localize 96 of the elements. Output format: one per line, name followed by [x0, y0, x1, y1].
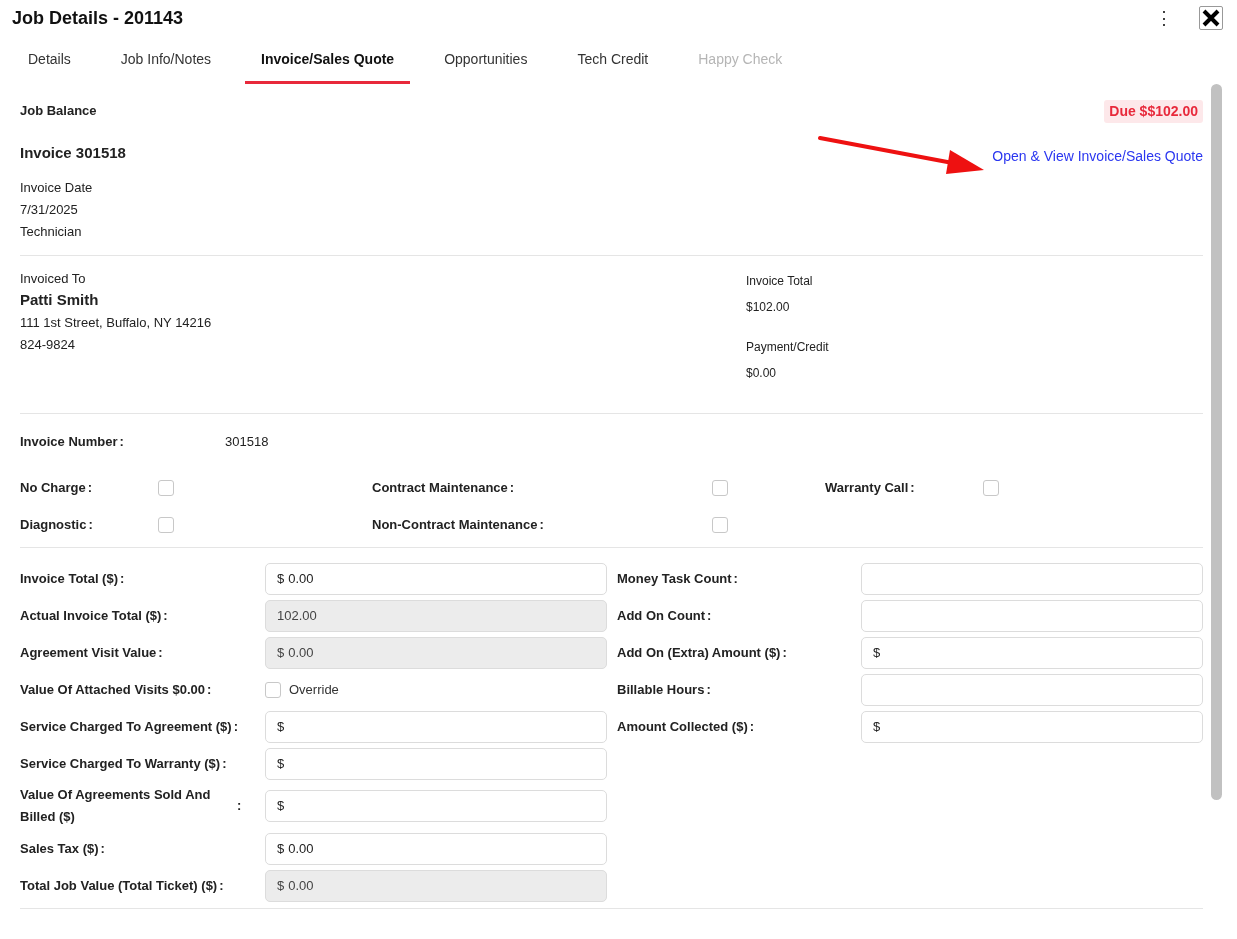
total-label: Invoice Total	[746, 273, 814, 290]
invoice-title: Invoice 301518	[20, 143, 126, 163]
label-colon: :	[100, 839, 105, 858]
field-value: 102.00	[277, 606, 317, 625]
label-colon: :	[88, 515, 93, 534]
due-badge: Due $$102.00	[1104, 99, 1203, 123]
field-label: Diagnostic	[20, 515, 87, 534]
checkbox-label: Override	[289, 680, 339, 699]
input-field[interactable]: $	[861, 636, 1203, 669]
tab[interactable]: Invoice/Sales Quote	[245, 36, 411, 84]
checkbox[interactable]	[712, 479, 728, 496]
currency-prefix: $	[277, 876, 285, 895]
label-colon: :	[749, 717, 755, 736]
field-label: Money Task Count	[617, 569, 732, 588]
checkbox[interactable]	[158, 516, 174, 533]
field-label: Billable Hours	[617, 680, 705, 699]
input-field[interactable]: $	[265, 747, 607, 780]
field-value: 0.00	[288, 569, 314, 588]
customer-address: 111 1st Street, Buffalo, NY 14216	[20, 314, 213, 332]
currency-prefix: $	[277, 717, 285, 736]
input-field[interactable]: $ 0.00	[265, 562, 607, 595]
invoice-detail: Invoice Date	[20, 179, 94, 197]
customer-name: Patti Smith	[20, 290, 100, 310]
tab[interactable]: Tech Credit	[561, 36, 665, 84]
field-value: 0.00	[288, 643, 314, 662]
close-icon[interactable]	[1199, 6, 1223, 30]
checkbox[interactable]	[158, 479, 174, 496]
field-label: Invoice Total ($)	[20, 569, 118, 588]
field-label: Sales Tax ($)	[20, 839, 99, 858]
field-label: Agreement Visit Value	[20, 643, 157, 662]
currency-prefix: $	[277, 643, 285, 662]
label-colon: :	[163, 606, 168, 625]
invoice-number-value: 301518	[225, 433, 269, 452]
label-colon: :	[733, 569, 738, 588]
open-invoice-link[interactable]: Open & View Invoice/Sales Quote	[992, 146, 1203, 167]
label-colon: :	[539, 515, 544, 534]
field-value: 0.00	[288, 876, 314, 895]
field-value: 0.00	[288, 839, 314, 858]
invoice-detail: Technician	[20, 223, 83, 241]
label-colon: :	[119, 433, 124, 452]
field-label: Total Job Value (Total Ticket) ($)	[20, 876, 218, 895]
input-field[interactable]	[861, 673, 1203, 706]
field-label: Actual Invoice Total ($)	[20, 606, 162, 625]
field-label: Contract Maintenance	[372, 478, 508, 497]
menu-button[interactable]: ⋮	[1155, 9, 1173, 27]
input-field[interactable]: $	[265, 790, 607, 822]
field-label: Value Of Agreements Sold And Billed ($)	[20, 786, 212, 826]
label-colon: :	[158, 643, 163, 662]
field-label: Invoice Number	[20, 433, 118, 452]
total-value: $0.00	[746, 365, 778, 382]
window-title: Job Details - 201143	[12, 6, 184, 30]
field-label: Add On (Extra) Amount ($)	[617, 643, 781, 662]
field-label: Warranty Call	[825, 478, 909, 497]
currency-prefix: $	[277, 754, 285, 773]
tab[interactable]: Opportunities	[428, 36, 544, 84]
total-value: $102.00	[746, 299, 791, 316]
checkbox[interactable]	[983, 479, 999, 496]
label-colon: :	[509, 478, 515, 497]
section-heading: Job Balance	[20, 102, 97, 121]
label-colon: :	[782, 643, 787, 662]
tab[interactable]: Details	[12, 36, 87, 84]
input-field[interactable]	[861, 562, 1203, 595]
field-label: Value Of Attached Visits $0.00	[20, 680, 205, 699]
scrollbar[interactable]	[1211, 84, 1222, 800]
customer-phone: 824-9824	[20, 336, 76, 354]
field-caption: Invoiced To	[20, 270, 87, 288]
label-colon: :	[87, 478, 93, 497]
label-colon: :	[120, 569, 125, 588]
checkbox[interactable]	[712, 516, 728, 533]
input-field[interactable]: $	[861, 710, 1203, 743]
field-label: Non-Contract Maintenance	[372, 515, 538, 534]
checkbox[interactable]	[265, 681, 281, 698]
currency-prefix: $	[277, 839, 285, 858]
field-label: Service Charged To Warranty ($)	[20, 754, 221, 773]
label-colon: :	[207, 680, 212, 699]
label-colon: :	[707, 606, 712, 625]
label-colon: :	[237, 797, 242, 816]
input-field[interactable]	[861, 599, 1203, 632]
field-label: Amount Collected ($)	[617, 717, 748, 736]
label-colon: :	[233, 717, 238, 736]
field-label: Service Charged To Agreement ($)	[20, 717, 232, 736]
currency-prefix: $	[873, 643, 881, 662]
field-label: No Charge	[20, 478, 86, 497]
label-colon: :	[910, 478, 915, 497]
currency-prefix: $	[873, 717, 881, 736]
input-field[interactable]: $	[265, 710, 607, 743]
total-label: Payment/Credit	[746, 339, 829, 356]
label-colon: :	[706, 680, 711, 699]
field-label: Add On Count	[617, 606, 706, 625]
label-colon: :	[219, 876, 224, 895]
currency-prefix: $	[277, 797, 285, 816]
invoice-detail: 7/31/2025	[20, 201, 79, 219]
tab[interactable]: Job Info/Notes	[104, 36, 228, 84]
currency-prefix: $	[277, 569, 285, 588]
input-field[interactable]: $ 0.00	[265, 832, 607, 865]
label-colon: :	[222, 754, 227, 773]
